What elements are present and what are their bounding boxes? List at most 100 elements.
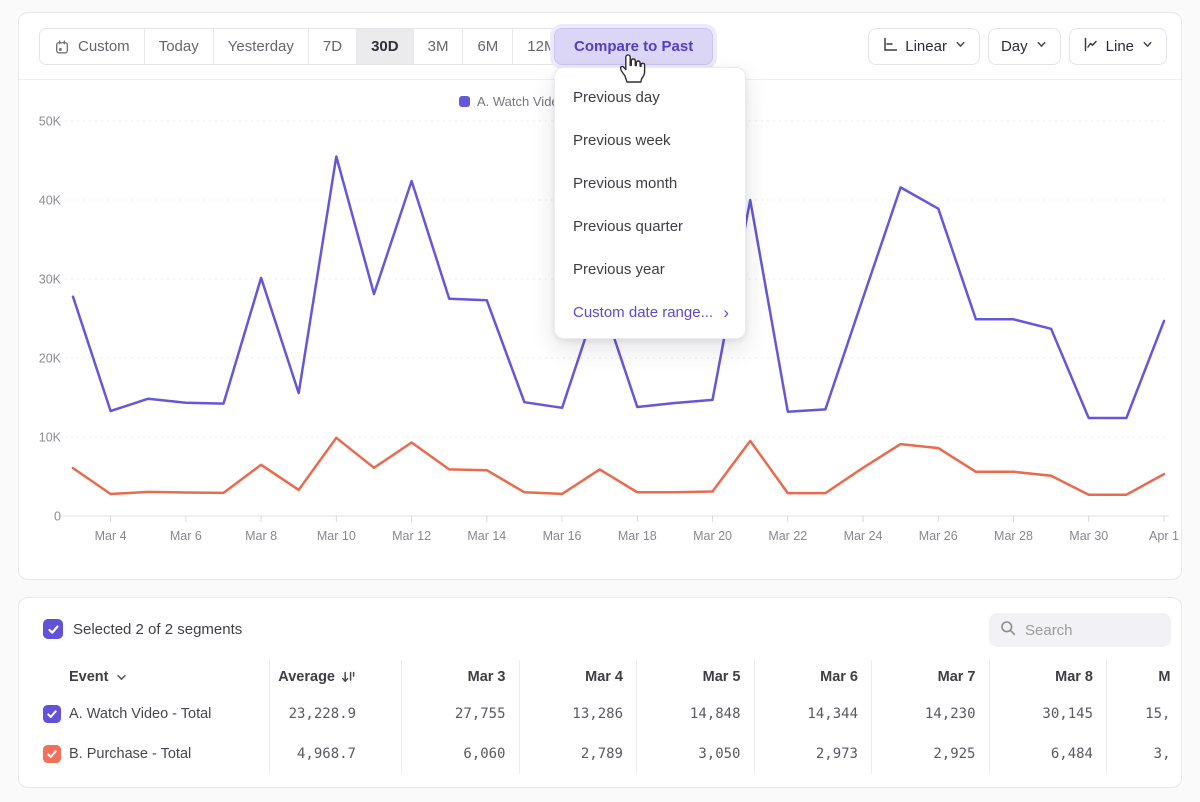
calendar-icon (54, 39, 70, 55)
check-icon (46, 748, 58, 760)
granularity-dropdown[interactable]: Day (988, 28, 1061, 65)
legend-label: A. Watch Video (477, 94, 566, 109)
event-label: B. Purchase - Total (69, 746, 191, 762)
value-cell: 14,230 (871, 694, 989, 734)
value-cell: 14,848 (636, 694, 754, 734)
segment-checkbox[interactable] (43, 745, 61, 763)
event-label: A. Watch Video - Total (69, 706, 211, 722)
y-axis-label: 30K (39, 273, 62, 287)
x-axis-label: Mar 10 (317, 529, 356, 543)
column-header-label: Average (278, 669, 335, 685)
column-header-label: Mar 7 (938, 669, 976, 685)
compare-to-past-button[interactable]: Compare to Past (554, 28, 713, 65)
x-axis-label: Mar 30 (1069, 529, 1108, 543)
menu-item-previous-day[interactable]: Previous day (555, 76, 745, 119)
linear-scale-icon (881, 36, 898, 57)
column-header-label: Mar 8 (1055, 669, 1093, 685)
column-header-mar-6: Mar 6 (754, 660, 872, 694)
column-header-mar-4: Mar 4 (519, 660, 637, 694)
legend-item-a-watch-video[interactable]: A. Watch Video (459, 94, 566, 109)
range-button-today[interactable]: Today (145, 29, 214, 64)
range-button-label: 7D (323, 38, 342, 55)
menu-item-previous-quarter[interactable]: Previous quarter (555, 205, 745, 248)
range-button-yesterday[interactable]: Yesterday (214, 29, 309, 64)
segments-table: Event Average Mar 3 Mar 4 Mar 5 Mar 6 Mar 7 Mar… (19, 660, 1182, 774)
range-button-3m[interactable]: 3M (414, 29, 464, 64)
range-button-label: 30D (371, 38, 399, 55)
x-axis-label: Mar 12 (392, 529, 431, 543)
column-header-label: Mar 6 (820, 669, 858, 685)
value-cell: 6,484 (989, 734, 1107, 774)
range-button-7d[interactable]: 7D (309, 29, 357, 64)
x-axis-label: Apr 1 (1149, 529, 1179, 543)
column-header-mar-3: Mar 3 (401, 660, 519, 694)
granularity-dropdown-label: Day (1001, 38, 1028, 55)
column-header-label: Mar 5 (703, 669, 741, 685)
event-cell: B. Purchase - Total (19, 734, 269, 774)
segments-search (989, 613, 1171, 647)
y-axis-label: 10K (39, 431, 62, 445)
column-header-event[interactable]: Event (19, 660, 269, 694)
chevron-down-icon (1141, 38, 1154, 55)
search-input[interactable] (1025, 622, 1155, 639)
value-cell: 6,060 (401, 734, 519, 774)
x-axis-label: Mar 16 (543, 529, 582, 543)
x-axis-label: Mar 24 (844, 529, 883, 543)
column-header-mar-7: Mar 7 (871, 660, 989, 694)
x-axis-label: Mar 14 (467, 529, 506, 543)
menu-item-previous-month[interactable]: Previous month (555, 162, 745, 205)
table-row[interactable]: B. Purchase - Total4,968.76,0602,7893,05… (19, 734, 1182, 774)
y-axis-label: 40K (39, 194, 62, 208)
menu-item-custom-date-range[interactable]: Custom date range...› (555, 291, 745, 334)
x-axis-label: Mar 28 (994, 529, 1033, 543)
y-axis-label: 20K (39, 352, 62, 366)
selected-segments-label: Selected 2 of 2 segments (73, 621, 242, 638)
range-button-6m[interactable]: 6M (463, 29, 513, 64)
x-axis-label: Mar 6 (170, 529, 202, 543)
chevron-down-icon (1035, 38, 1048, 55)
column-header-label: Mar 3 (468, 669, 506, 685)
chevron-right-icon: › (723, 291, 729, 334)
chart-type-dropdown[interactable]: Line (1069, 28, 1167, 65)
chart-options-group: Linear Day Line (868, 28, 1167, 65)
menu-item-previous-week[interactable]: Previous week (555, 119, 745, 162)
value-cell: 2,973 (754, 734, 872, 774)
value-cell: 14,344 (754, 694, 872, 734)
chart-type-dropdown-label: Line (1106, 38, 1134, 55)
legend-swatch (459, 96, 470, 107)
column-header-mar-5: Mar 5 (636, 660, 754, 694)
range-button-label: 6M (477, 38, 498, 55)
table-row[interactable]: A. Watch Video - Total 23,228.927,75513,2… (19, 694, 1182, 734)
x-axis-label: Mar 22 (768, 529, 807, 543)
compare-menu: Previous dayPrevious weekPrevious monthP… (554, 67, 746, 339)
value-cell: 30,145 (989, 694, 1107, 734)
x-axis-label: Mar 20 (693, 529, 732, 543)
scale-dropdown[interactable]: Linear (868, 28, 980, 65)
range-button-custom[interactable]: Custom (40, 29, 145, 64)
x-axis-label: Mar 4 (95, 529, 127, 543)
range-button-label: Yesterday (228, 38, 294, 55)
select-all-checkbox[interactable] (43, 619, 63, 639)
segment-checkbox[interactable] (43, 705, 61, 723)
table-header-row: Event Average Mar 3 Mar 4 Mar 5 Mar 6 Mar 7 Mar… (19, 660, 1182, 694)
series-line-b-purchase (73, 438, 1164, 495)
column-header-label: Mar 4 (585, 669, 623, 685)
range-button-30d[interactable]: 30D (357, 29, 414, 64)
value-cell: 27,755 (401, 694, 519, 734)
value-cell: 3, (1106, 734, 1182, 774)
column-header-label: Event (69, 669, 109, 685)
chart-card: CustomTodayYesterday7D30D3M6M12M Compare… (18, 12, 1182, 580)
y-axis-label: 50K (39, 115, 62, 129)
value-cell: 13,286 (519, 694, 637, 734)
menu-item-previous-year[interactable]: Previous year (555, 248, 745, 291)
segments-card: Selected 2 of 2 segments Event Average Mar… (18, 597, 1182, 788)
column-header-mar-8: Mar 8 (989, 660, 1107, 694)
value-cell: 23,228.9 (269, 694, 401, 734)
column-header-m: M (1106, 660, 1182, 694)
value-cell: 4,968.7 (269, 734, 401, 774)
segments-header: Selected 2 of 2 segments (19, 598, 1181, 656)
line-chart-icon (1082, 36, 1099, 57)
sort-descending-icon (341, 670, 356, 684)
check-icon (46, 708, 58, 720)
column-header-average[interactable]: Average (269, 660, 401, 694)
